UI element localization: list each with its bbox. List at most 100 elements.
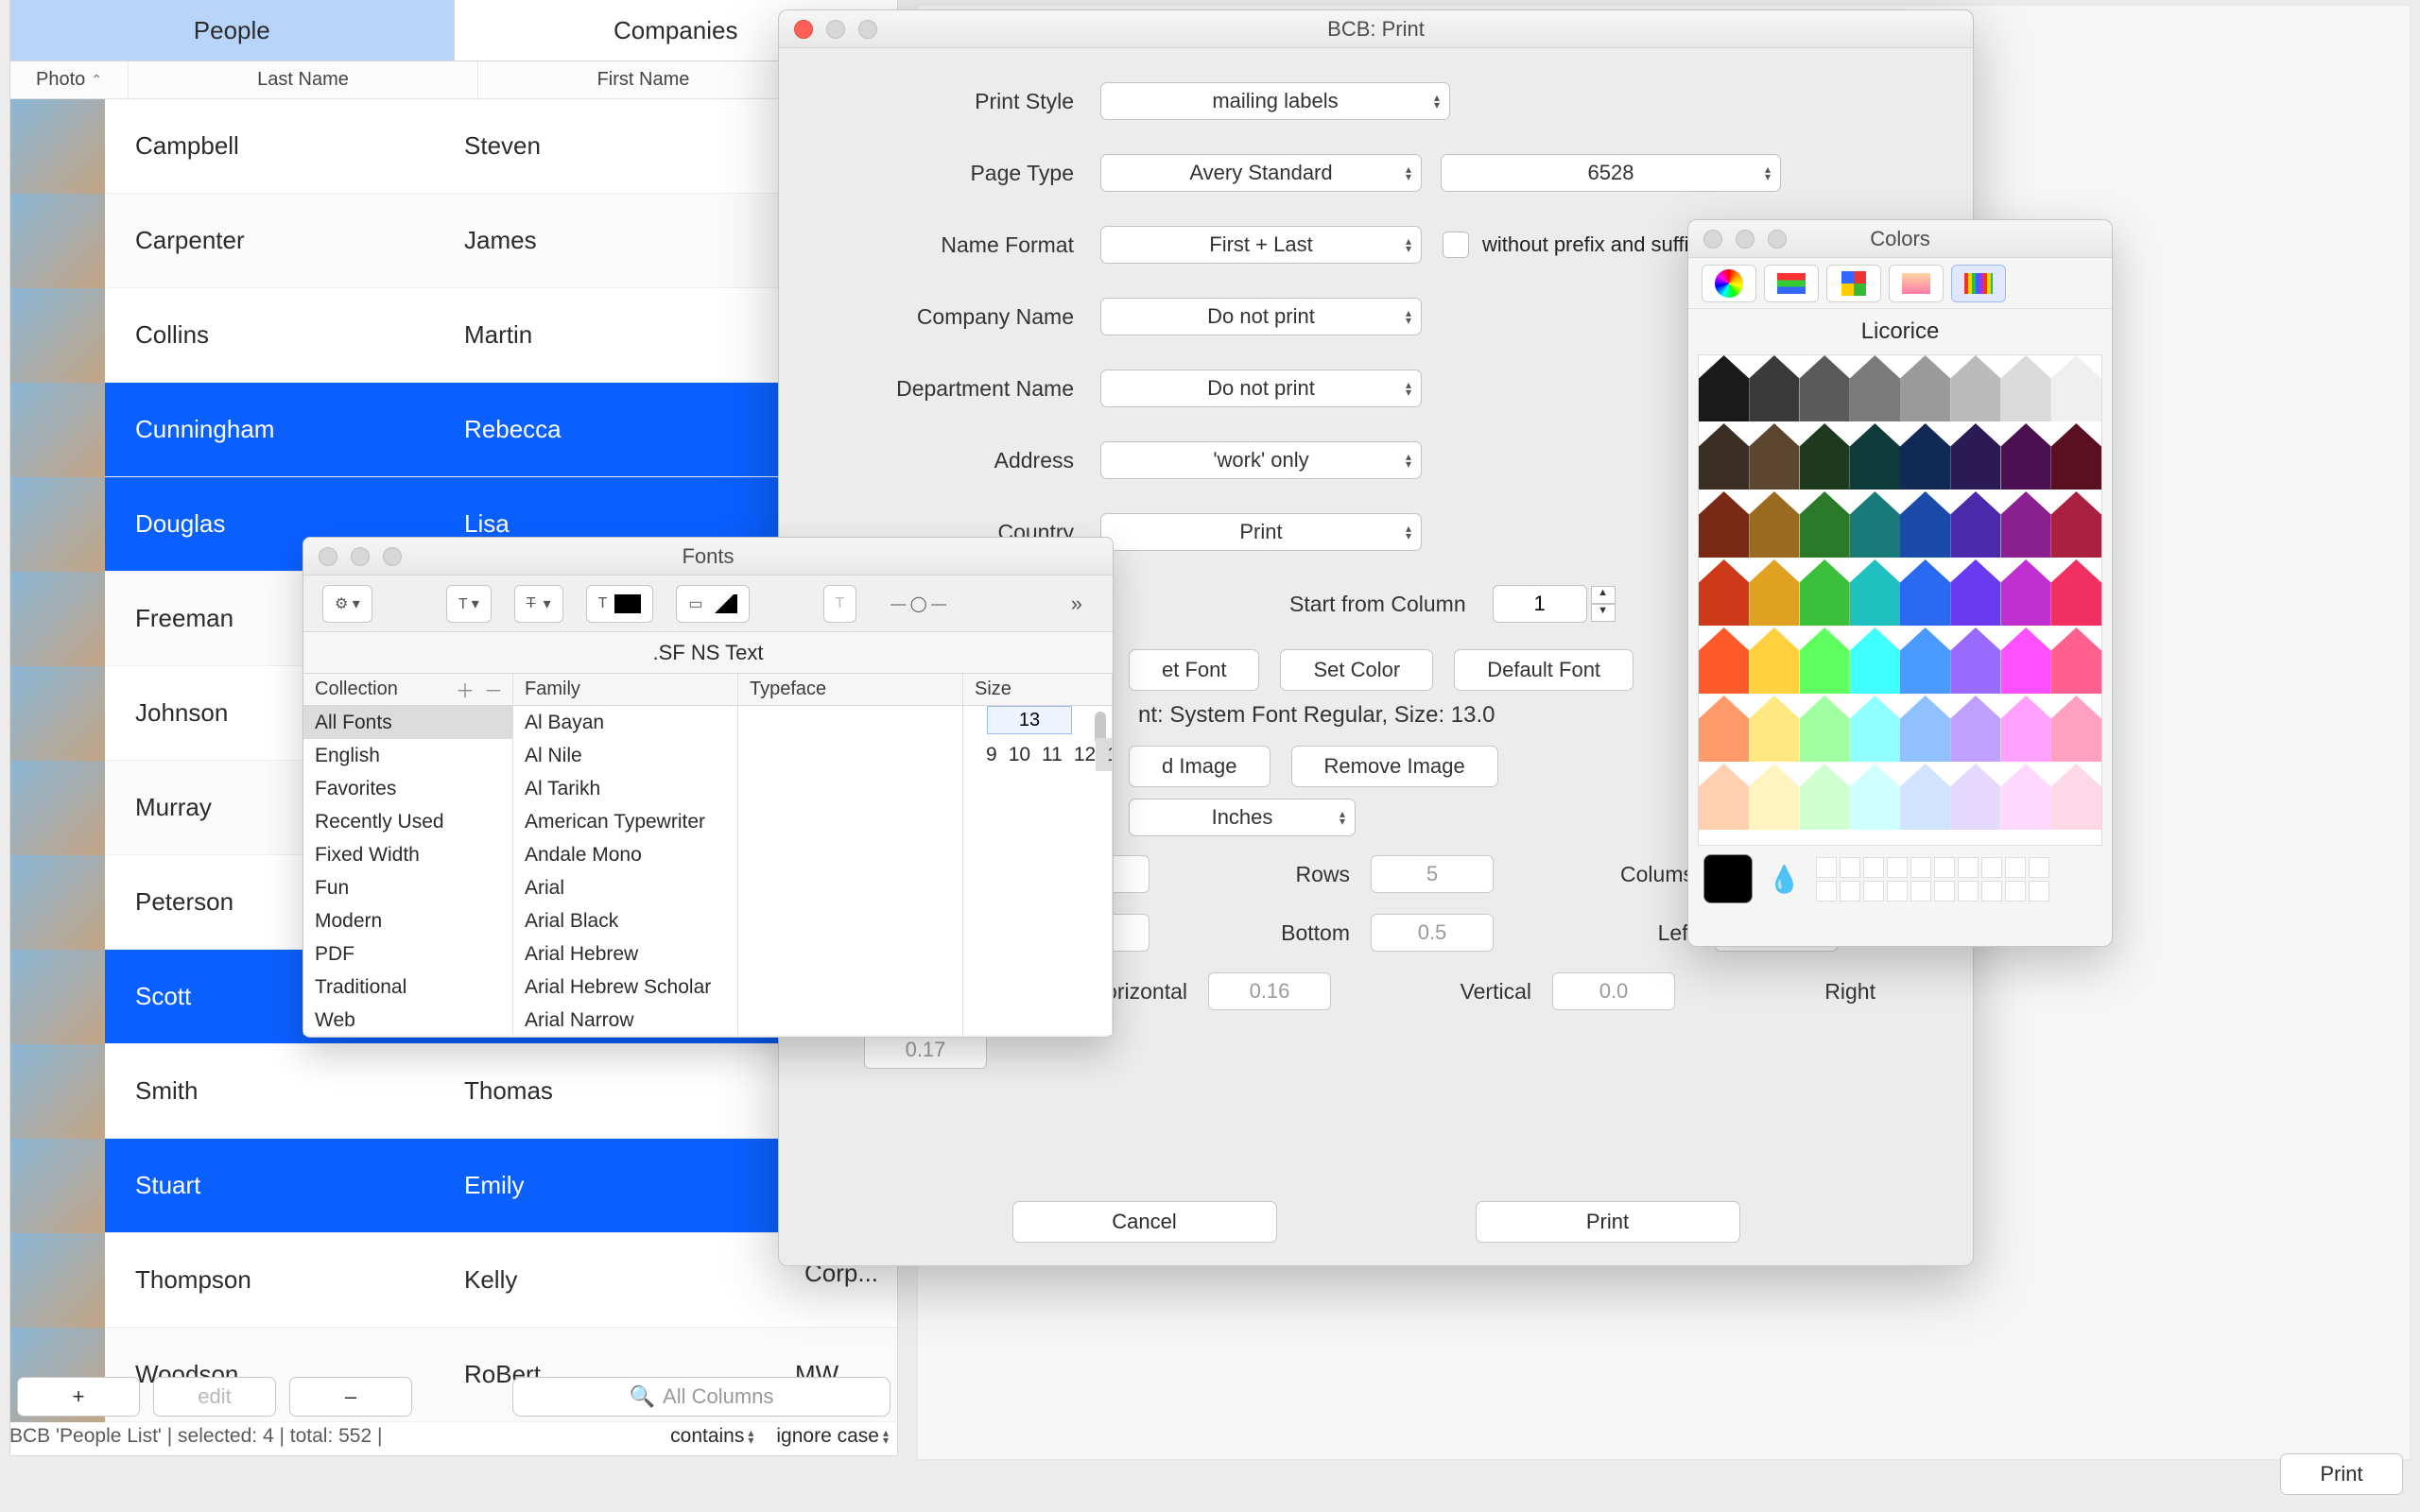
pencil-swatch[interactable] xyxy=(2051,764,2101,830)
pencil-swatch[interactable] xyxy=(1699,491,1749,558)
table-row[interactable]: Thompson Kelly xyxy=(10,1233,897,1328)
pencil-swatch[interactable] xyxy=(2001,627,2051,694)
pencil-swatch[interactable] xyxy=(1699,423,1749,490)
strike-button[interactable]: T ▾ xyxy=(514,585,563,623)
popup-units[interactable]: Inches▴▾ xyxy=(1129,799,1356,836)
pencil-swatch[interactable] xyxy=(1850,627,1900,694)
col-family[interactable]: Family xyxy=(513,674,738,705)
pencil-swatch[interactable] xyxy=(2001,355,2051,421)
pencil-swatch[interactable] xyxy=(1850,559,1900,626)
size-input[interactable] xyxy=(987,706,1072,734)
tab-color-palette[interactable] xyxy=(1826,265,1881,302)
filter-ignore-case[interactable]: ignore case▴▾ xyxy=(776,1425,889,1448)
input-bottom[interactable] xyxy=(1371,914,1494,952)
list-item[interactable]: Modern xyxy=(303,904,512,937)
tab-image[interactable] xyxy=(1889,265,1944,302)
stepper-up-icon[interactable]: ▲ xyxy=(1591,586,1616,604)
pencil-swatch[interactable] xyxy=(1800,696,1850,762)
eyedropper-icon[interactable]: 💧 xyxy=(1768,864,1801,895)
filter-contains[interactable]: contains▴▾ xyxy=(670,1425,753,1448)
mini-swatch[interactable] xyxy=(1910,857,1931,878)
pencil-swatch[interactable] xyxy=(1850,355,1900,421)
mini-swatch[interactable] xyxy=(1816,857,1837,878)
pencil-swatch[interactable] xyxy=(1850,696,1900,762)
list-item[interactable]: Web xyxy=(303,1004,512,1035)
list-item[interactable]: 12 xyxy=(1063,738,1096,771)
list-item[interactable]: Fixed Width xyxy=(303,838,512,871)
pencil-swatch[interactable] xyxy=(2051,559,2101,626)
popup-country[interactable]: Print▴▾ xyxy=(1100,513,1422,551)
col-typeface[interactable]: Typeface xyxy=(738,674,963,705)
mini-swatch[interactable] xyxy=(1958,857,1979,878)
pencil-swatch[interactable] xyxy=(1800,764,1850,830)
input-start-col[interactable] xyxy=(1493,585,1587,623)
list-item[interactable]: Arial Narrow xyxy=(513,1004,737,1035)
pencil-swatch[interactable] xyxy=(1749,355,1799,421)
pencil-swatch[interactable] xyxy=(2001,423,2051,490)
mini-swatch[interactable] xyxy=(2029,881,2049,902)
pencil-swatch[interactable] xyxy=(1950,696,2000,762)
pencil-swatch[interactable] xyxy=(2001,491,2051,558)
mini-swatch[interactable] xyxy=(1910,881,1931,902)
table-row[interactable]: Smith Thomas xyxy=(10,1044,897,1139)
set-color-button[interactable]: Set Color xyxy=(1280,649,1433,691)
collection-list[interactable]: All FontsEnglishFavoritesRecently UsedFi… xyxy=(303,706,513,1035)
list-item[interactable]: Al Bayan xyxy=(513,706,737,739)
pencil-swatch[interactable] xyxy=(2051,491,2101,558)
pencil-swatch[interactable] xyxy=(1900,696,1950,762)
list-item[interactable]: PDF xyxy=(303,937,512,971)
pencil-swatch[interactable] xyxy=(1699,355,1749,421)
fonts-titlebar[interactable]: Fonts xyxy=(303,538,1113,576)
col-collection[interactable]: Collection＋－ xyxy=(303,674,513,705)
pencil-swatch[interactable] xyxy=(1950,559,2000,626)
pencil-swatch[interactable] xyxy=(1800,355,1850,421)
mini-swatch[interactable] xyxy=(2005,857,2026,878)
popup-page-type-2[interactable]: 6528▴▾ xyxy=(1441,154,1781,192)
list-item[interactable]: Favorites xyxy=(303,772,512,805)
add-collection-icon[interactable]: ＋ xyxy=(456,676,475,703)
mini-swatch[interactable] xyxy=(1887,881,1908,902)
pencil-swatch[interactable] xyxy=(1900,355,1950,421)
mini-swatch[interactable] xyxy=(1863,881,1884,902)
more-icon[interactable]: » xyxy=(1060,585,1094,623)
stepper-start-col[interactable]: ▲▼ xyxy=(1493,585,1616,623)
shadow-button[interactable]: T xyxy=(823,585,857,623)
pencil-swatch[interactable] xyxy=(1800,627,1850,694)
search-input[interactable]: 🔍 All Columns xyxy=(512,1377,890,1417)
mini-swatch[interactable] xyxy=(1958,881,1979,902)
list-item[interactable]: Arial Hebrew Scholar xyxy=(513,971,737,1004)
pencil-swatch[interactable] xyxy=(1950,423,2000,490)
popup-page-type-1[interactable]: Avery Standard▴▾ xyxy=(1100,154,1422,192)
underline-button[interactable]: T ▾ xyxy=(446,585,492,623)
col-first[interactable]: First Name xyxy=(478,61,809,98)
cancel-button[interactable]: Cancel xyxy=(1012,1201,1277,1243)
mini-swatch[interactable] xyxy=(1887,857,1908,878)
pencil-swatch[interactable] xyxy=(2051,423,2101,490)
table-row[interactable]: Cunningham Rebecca xyxy=(10,383,897,477)
table-row[interactable]: Collins Martin xyxy=(10,288,897,383)
add-button[interactable]: + xyxy=(17,1377,140,1417)
table-row[interactable]: Stuart Emily xyxy=(10,1139,897,1233)
remove-collection-icon[interactable]: － xyxy=(484,676,503,703)
mini-swatch[interactable] xyxy=(2029,857,2049,878)
remove-button[interactable]: – xyxy=(289,1377,412,1417)
mini-swatch[interactable] xyxy=(1981,881,2002,902)
pencil-swatch[interactable] xyxy=(1749,559,1799,626)
pencil-swatch[interactable] xyxy=(1699,627,1749,694)
input-rows[interactable] xyxy=(1371,855,1494,893)
col-size[interactable]: Size xyxy=(963,674,1113,705)
col-last[interactable]: Last Name xyxy=(129,61,478,98)
mini-swatch[interactable] xyxy=(1934,881,1955,902)
pencil-swatch[interactable] xyxy=(1850,423,1900,490)
pencil-swatch[interactable] xyxy=(1749,491,1799,558)
popup-department[interactable]: Do not print▴▾ xyxy=(1100,369,1422,407)
pencil-swatch[interactable] xyxy=(2001,696,2051,762)
tab-color-sliders[interactable] xyxy=(1764,265,1819,302)
pencil-swatch[interactable] xyxy=(1800,559,1850,626)
colors-titlebar[interactable]: Colors xyxy=(1688,220,2112,258)
global-print-button[interactable]: Print xyxy=(2280,1453,2403,1495)
pencil-swatch[interactable] xyxy=(1749,764,1799,830)
pencil-swatch[interactable] xyxy=(1699,696,1749,762)
mini-swatch[interactable] xyxy=(1863,857,1884,878)
mini-swatch[interactable] xyxy=(1934,857,1955,878)
